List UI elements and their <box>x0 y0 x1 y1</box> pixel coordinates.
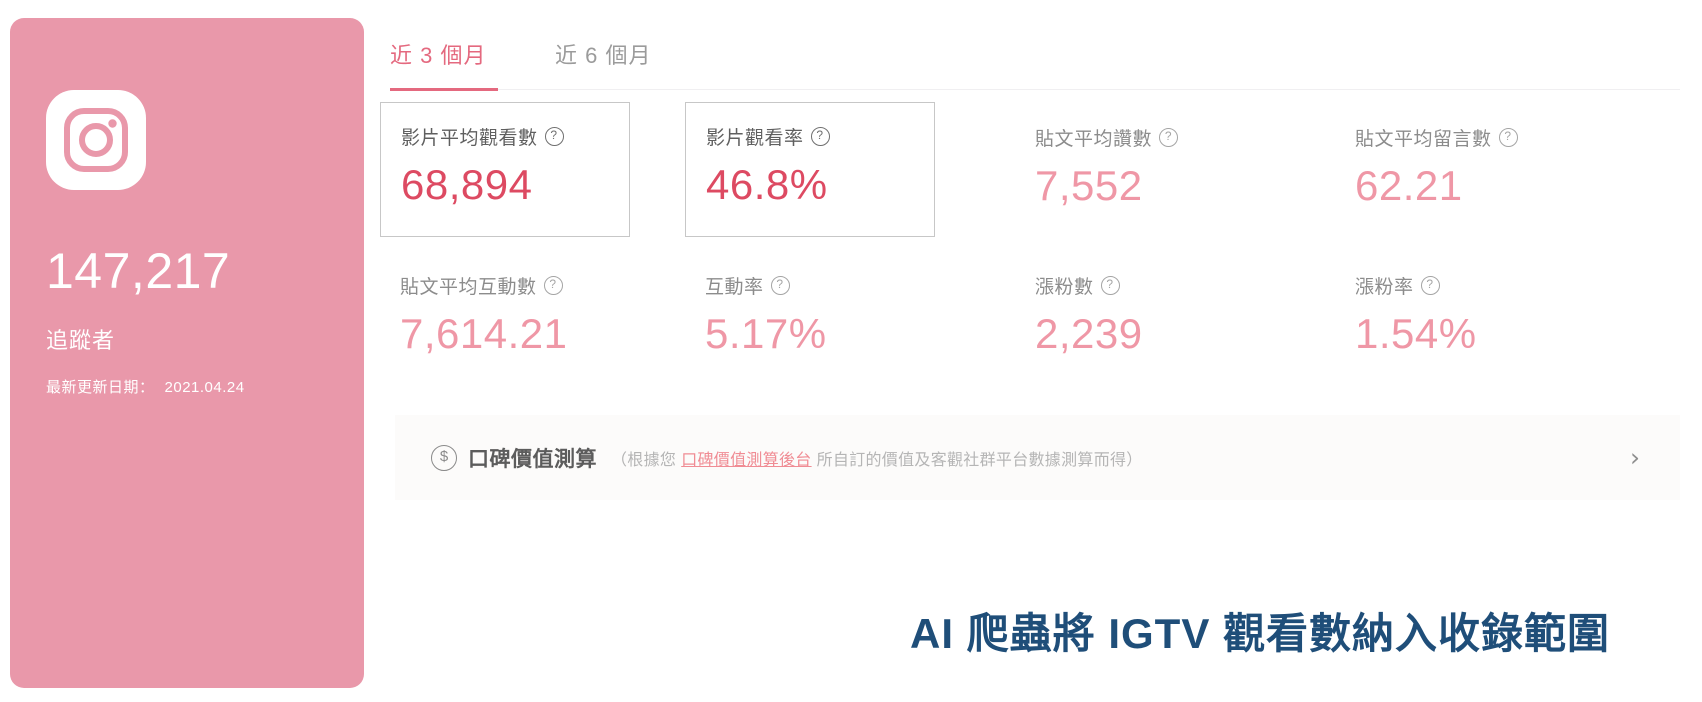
analytics-panel: 147,217 追蹤者 最新更新日期： 2021.04.24 近 3 個月 近 6… <box>0 0 1702 702</box>
metric-follower-growth-rate: 漲粉率 1.54% <box>1335 252 1585 382</box>
tab-last-3-months[interactable]: 近 3 個月 <box>390 38 486 86</box>
metric-avg-post-comments: 貼文平均留言數 62.21 <box>1335 104 1585 234</box>
help-icon[interactable] <box>544 127 564 146</box>
metric-value: 1.54% <box>1355 310 1477 357</box>
metric-follower-growth: 漲粉數 2,239 <box>1015 252 1265 382</box>
follower-label: 追蹤者 <box>46 328 116 353</box>
metric-label: 影片平均觀看數 <box>401 123 629 150</box>
metric-label: 影片觀看率 <box>706 123 934 150</box>
metric-label: 貼文平均互動數 <box>400 272 630 299</box>
help-icon[interactable] <box>770 276 790 295</box>
metric-value: 2,239 <box>1035 310 1143 357</box>
metric-value: 7,552 <box>1035 162 1143 209</box>
help-icon[interactable] <box>1420 276 1440 295</box>
help-icon[interactable] <box>1159 128 1179 147</box>
profile-panel: 147,217 追蹤者 最新更新日期： 2021.04.24 <box>10 18 364 688</box>
help-icon[interactable] <box>543 276 563 295</box>
tab-last-6-months[interactable]: 近 6 個月 <box>555 38 651 86</box>
metric-label: 漲粉數 <box>1035 272 1265 299</box>
metric-label-text: 漲粉率 <box>1355 277 1414 298</box>
metric-value: 62.21 <box>1355 162 1463 209</box>
metric-value: 5.17% <box>705 310 827 357</box>
period-tabs: 近 3 個月 近 6 個月 <box>390 38 1680 91</box>
metric-value: 68,894 <box>401 161 533 208</box>
metric-label-text: 影片平均觀看數 <box>401 128 538 149</box>
metric-label-text: 互動率 <box>705 277 764 298</box>
metric-label: 漲粉率 <box>1355 272 1585 299</box>
caption-text: AI 爬蟲將 IGTV 觀看數納入收錄範圍 <box>909 610 1610 657</box>
value-estimation-title: 口碑價值測算 <box>468 447 597 471</box>
last-updated: 最新更新日期： 2021.04.24 <box>46 376 245 397</box>
metric-label: 貼文平均留言數 <box>1355 124 1585 151</box>
metric-label-text: 影片觀看率 <box>706 128 804 149</box>
metric-label: 貼文平均讚數 <box>1035 124 1265 151</box>
metric-video-view-rate: 影片觀看率 46.8% <box>685 102 935 237</box>
metric-label-text: 漲粉數 <box>1035 277 1094 298</box>
last-updated-date: 2021.04.24 <box>164 379 245 396</box>
active-tab-underline <box>390 88 498 91</box>
follower-count: 147,217 <box>46 243 231 299</box>
metric-label-text: 貼文平均互動數 <box>400 277 537 298</box>
metric-value: 46.8% <box>706 161 828 208</box>
metric-value: 7,614.21 <box>400 310 568 357</box>
metric-avg-video-views: 影片平均觀看數 68,894 <box>380 102 630 237</box>
tabs-divider <box>390 89 1680 90</box>
help-icon[interactable] <box>1498 128 1518 147</box>
metric-avg-post-engagements: 貼文平均互動數 7,614.21 <box>380 252 630 382</box>
value-estimation-banner[interactable]: 口碑價值測算 （根據您口碑價值測算後台所自訂的價值及客觀社群平台數據測算而得） … <box>395 415 1680 500</box>
metric-engagement-rate: 互動率 5.17% <box>685 252 935 382</box>
coin-dollar-icon <box>431 444 457 471</box>
instagram-icon <box>46 90 146 190</box>
metric-avg-post-likes: 貼文平均讚數 7,552 <box>1015 104 1265 234</box>
metrics-grid: 影片平均觀看數 68,894 影片觀看率 46.8% 貼文平均讚數 7,552 … <box>380 102 1680 364</box>
value-estimation-console-link[interactable]: 口碑價值測算後台 <box>681 452 811 469</box>
metric-label-text: 貼文平均讚數 <box>1035 129 1153 150</box>
help-icon[interactable] <box>810 127 830 146</box>
value-estimation-description: （根據您 口碑價值測算後台 所自訂的價值及客觀社群平台數據測算而得） <box>611 446 1143 470</box>
description-suffix: 所自訂的價值及客觀社群平台數據測算而得） <box>816 451 1143 469</box>
value-estimation-content: 口碑價值測算 （根據您口碑價值測算後台所自訂的價值及客觀社群平台數據測算而得） <box>431 415 1143 500</box>
description-prefix: （根據您 <box>611 451 677 469</box>
chevron-right-icon[interactable]: › <box>1630 415 1640 500</box>
help-icon[interactable] <box>1100 276 1120 295</box>
metric-label: 互動率 <box>705 272 935 299</box>
last-updated-label: 最新更新日期： <box>46 379 155 396</box>
metric-label-text: 貼文平均留言數 <box>1355 129 1492 150</box>
